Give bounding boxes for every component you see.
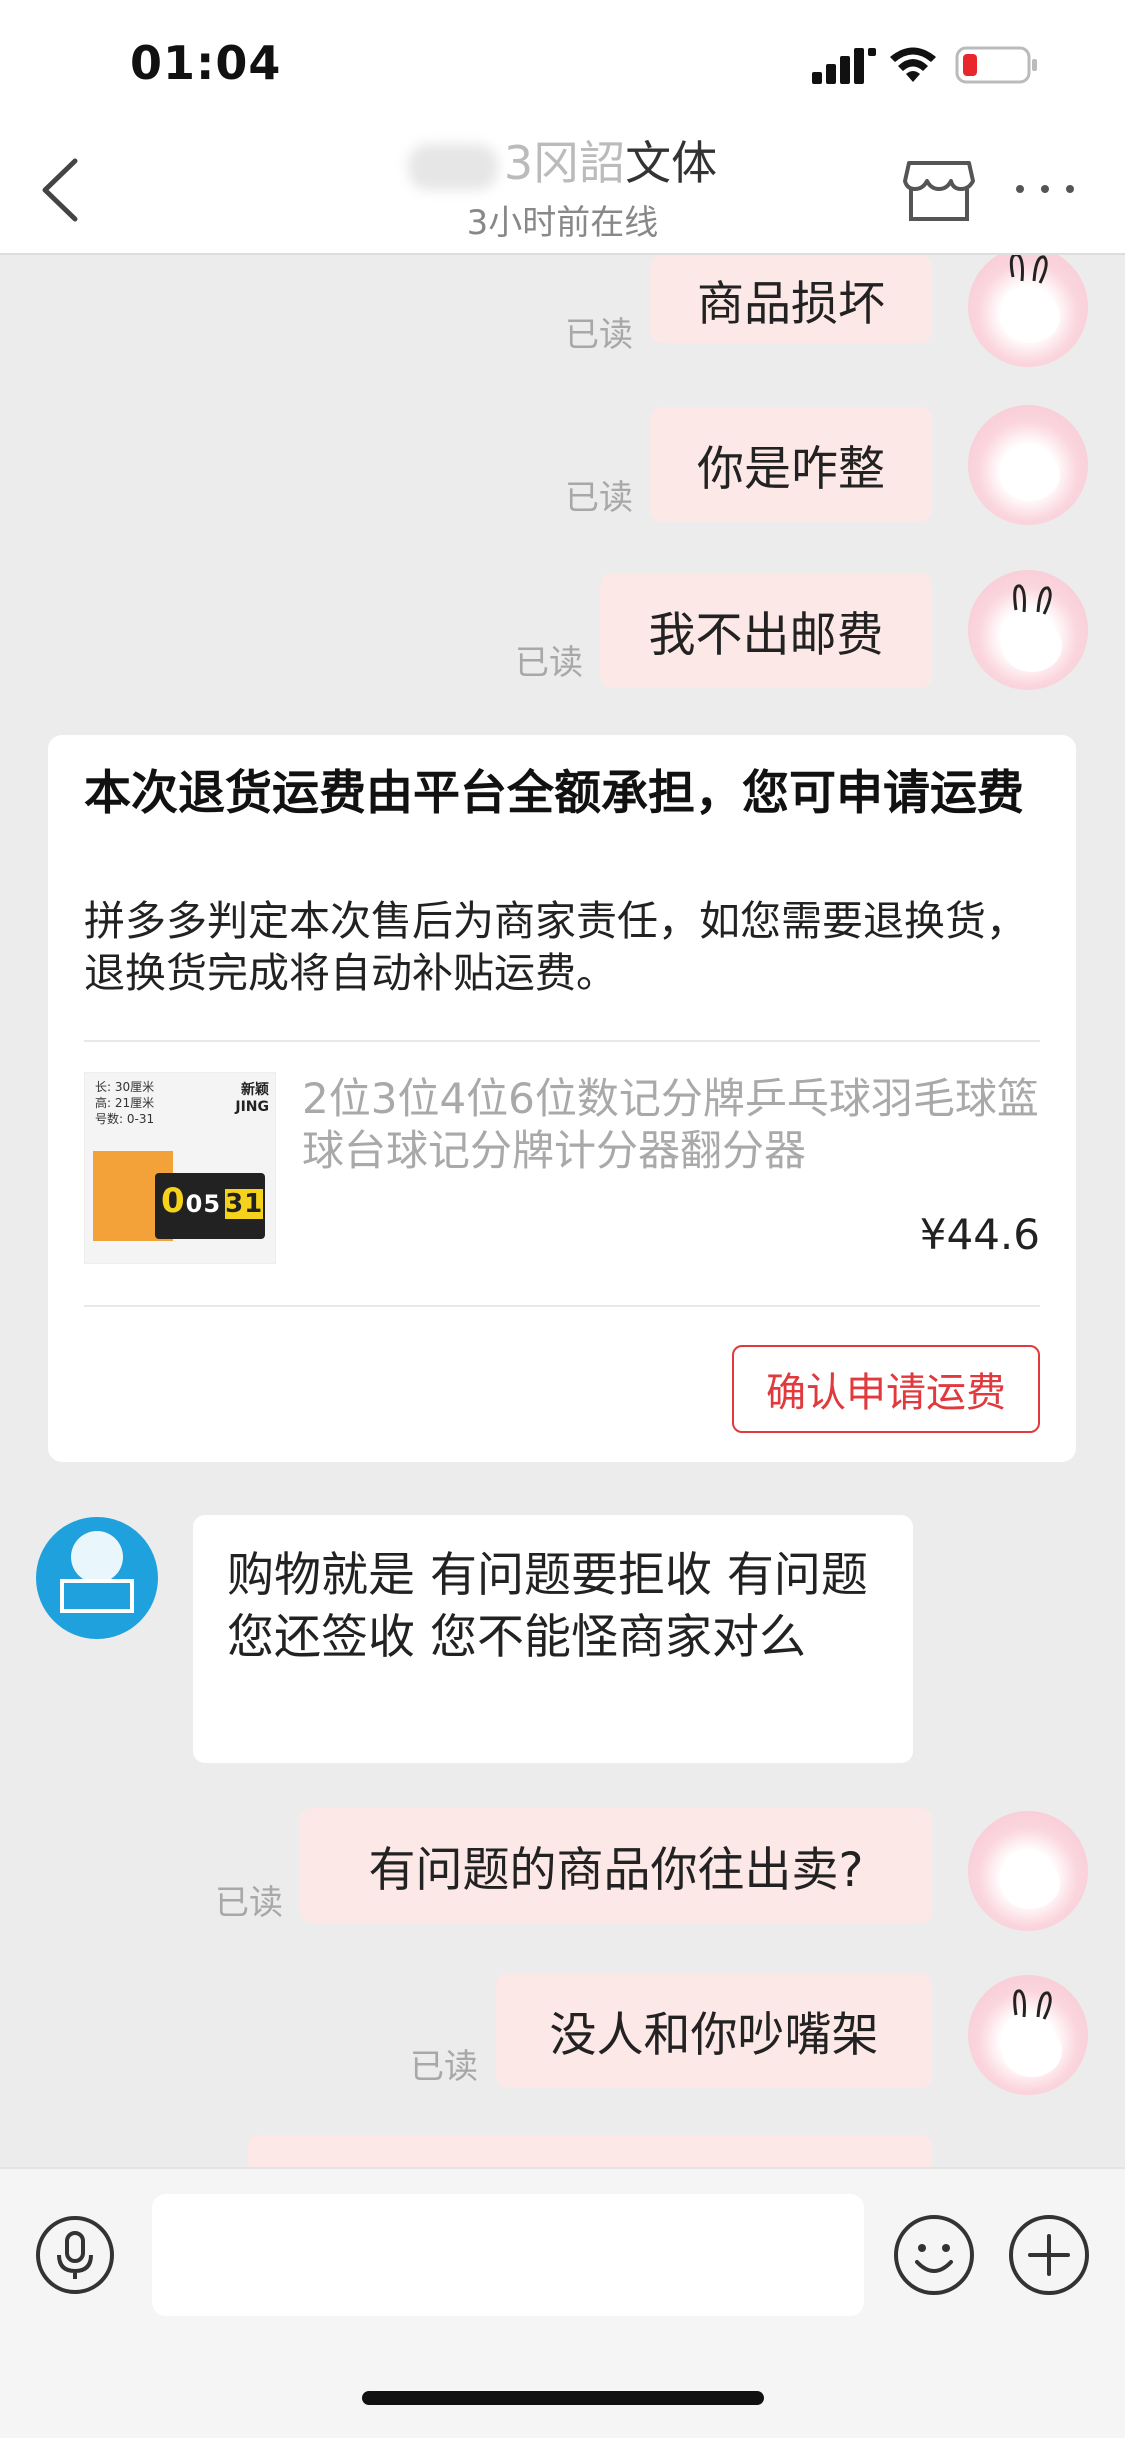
message-bubble-me[interactable]: 没人和你吵嘴架	[496, 1973, 932, 2088]
plus-icon[interactable]	[1008, 2214, 1090, 2296]
status-time: 01:04	[130, 36, 282, 90]
shop-avatar[interactable]	[36, 1517, 158, 1639]
rabbit-avatar-icon	[1000, 449, 1060, 501]
my-avatar[interactable]	[968, 255, 1088, 367]
card-title: 本次退货运费由平台全额承担，您可申请运费	[84, 766, 1024, 821]
wifi-icon	[890, 47, 936, 82]
card-description: 拼多多判定本次售后为商家责任，如您需要退换货，退换货完成将自动补贴运费。	[84, 897, 1027, 997]
chat-area[interactable]: 已读 商品损坏 已读 你是咋整 已读 我不出邮费 本次退货运费由平台全额承担，您…	[0, 255, 1125, 2167]
message-bubble-me-partial[interactable]	[248, 2135, 932, 2167]
rabbit-avatar-icon	[1000, 255, 1060, 343]
rabbit-avatar-icon	[1002, 1989, 1062, 2077]
chat-header: 3冈詔文体 3小时前在线	[0, 125, 1125, 255]
shop-name-obscured	[407, 143, 498, 190]
status-bar: 01:04	[0, 0, 1125, 125]
read-receipt: 已读	[565, 315, 633, 355]
my-avatar[interactable]	[968, 405, 1088, 525]
read-receipt: 已读	[515, 643, 583, 683]
read-receipt: 已读	[410, 2047, 478, 2087]
emoji-icon[interactable]	[893, 2214, 975, 2296]
home-indicator	[362, 2391, 764, 2405]
message-bubble-me[interactable]: 你是咋整	[650, 407, 932, 522]
input-bar	[0, 2167, 1125, 2438]
message-input[interactable]	[152, 2194, 864, 2316]
cellular-signal-icon	[812, 48, 876, 84]
confirm-apply-shipping-button[interactable]: 确认申请运费	[732, 1345, 1040, 1433]
rabbit-avatar-icon	[1000, 1857, 1060, 1909]
message-bubble-me[interactable]: 商品损坏	[650, 255, 932, 343]
product-image-brand: 新颖 JING	[235, 1082, 269, 1115]
product-price: ¥44.6	[919, 1210, 1040, 1259]
refund-shipping-card: 本次退货运费由平台全额承担，您可申请运费 拼多多判定本次售后为商家责任，如您需要…	[48, 735, 1076, 1462]
rabbit-avatar-icon	[1002, 584, 1062, 672]
shop-logo-icon	[60, 1531, 134, 1613]
divider	[84, 1040, 1040, 1042]
divider	[84, 1305, 1040, 1307]
store-icon[interactable]	[903, 157, 975, 223]
read-receipt: 已读	[215, 1883, 283, 1923]
my-avatar[interactable]	[968, 570, 1088, 690]
scoreboard-digits: 005 31	[161, 1181, 264, 1221]
my-avatar[interactable]	[968, 1811, 1088, 1931]
shop-name-partial: 3冈詔	[503, 136, 626, 190]
product-image[interactable]: 长: 30厘米 高: 21厘米 号数: 0-31 新颖 JING 005 31	[84, 1072, 276, 1264]
product-image-spec: 长: 30厘米 高: 21厘米 号数: 0-31	[95, 1080, 155, 1126]
message-bubble-me[interactable]: 我不出邮费	[600, 573, 932, 688]
shop-name-text: 文体	[625, 136, 718, 190]
my-avatar[interactable]	[968, 1975, 1088, 2095]
mic-icon[interactable]	[35, 2215, 115, 2295]
message-bubble-shop[interactable]: 购物就是 有问题要拒收 有问题您还签收 您不能怪商家对么	[193, 1515, 913, 1763]
more-icon[interactable]	[1010, 177, 1080, 201]
message-bubble-me[interactable]: 有问题的商品你往出卖?	[300, 1808, 932, 1923]
read-receipt: 已读	[565, 478, 633, 518]
product-title[interactable]: 2位3位4位6位数记分牌乒乓球羽毛球篮球台球记分牌计分器翻分器	[302, 1073, 1042, 1177]
battery-icon	[955, 46, 1037, 84]
